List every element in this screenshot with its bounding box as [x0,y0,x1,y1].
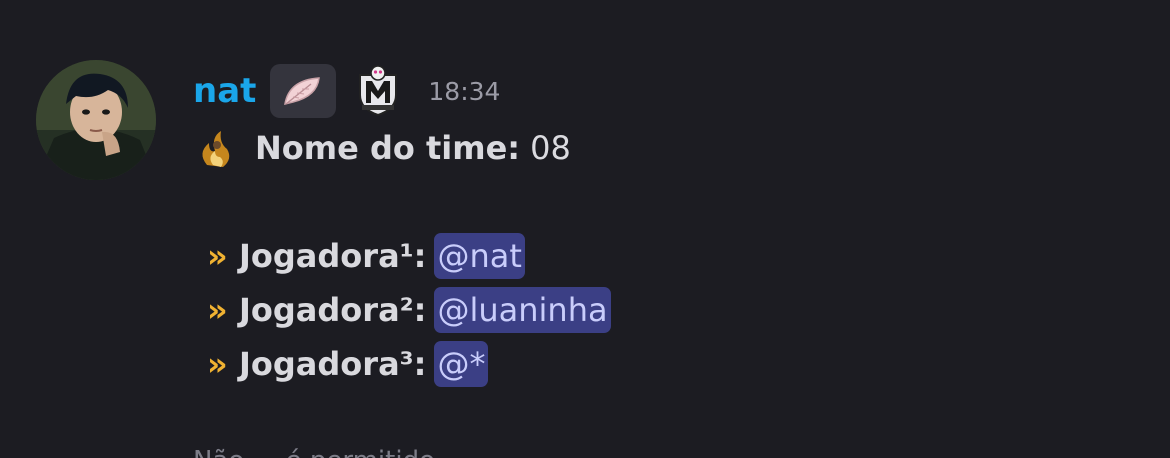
user-mention[interactable]: @nat [434,233,525,279]
avatar[interactable] [36,60,156,180]
monster-high-icon[interactable] [350,64,406,118]
user-mention[interactable]: @* [434,341,489,387]
avatar-image [36,60,156,180]
fire-emoji-icon [193,125,239,171]
feather-icon[interactable] [270,64,337,118]
user-mention[interactable]: @luaninha [434,287,611,333]
chevron-bullet: » [207,291,228,329]
team-name-line: Nome do time: 08 [193,124,571,172]
player-label: Jogadora³: [239,345,427,383]
team-name-label: Nome do time: [255,129,521,167]
player-line: » Jogadora¹: @nat [193,232,525,280]
player-label: Jogadora¹: [239,237,427,275]
chat-message: nat 18:34 Nome do time: 08 » Jogadora¹: … [0,0,1170,458]
timestamp: 18:34 [428,76,501,106]
chevron-bullet: » [207,345,228,383]
player-line: » Jogadora³: @* [193,340,489,388]
username[interactable]: nat [193,71,256,111]
message-header: nat 18:34 [193,62,500,120]
player-line: » Jogadora²: @luaninha [193,286,611,334]
team-name-value: 08 [530,129,571,167]
chevron-bullet: » [207,237,228,275]
player-label: Jogadora²: [239,291,427,329]
footer-text: Não ... é permitido [193,446,435,458]
